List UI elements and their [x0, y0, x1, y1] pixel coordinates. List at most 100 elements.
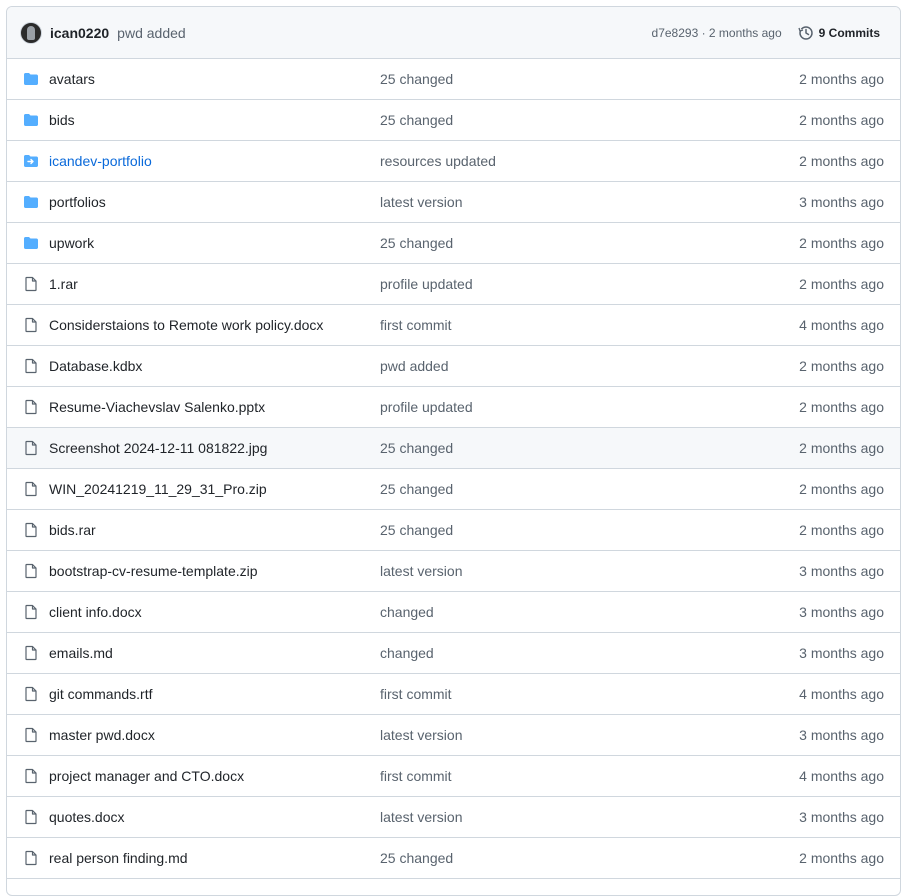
last-commit-message[interactable]: latest version	[380, 809, 799, 825]
file-icon	[23, 563, 39, 579]
last-commit-message[interactable]: 25 changed	[380, 481, 799, 497]
file-list: avatars 25 changed 2 months ago bids 25 chan…	[7, 59, 900, 879]
file-row[interactable]: WIN_20241219_11_29_31_Pro.zip 25 changed 2…	[7, 469, 900, 510]
last-commit-message[interactable]: 25 changed	[380, 112, 799, 128]
file-icon	[23, 768, 39, 784]
avatar[interactable]	[20, 21, 42, 44]
last-commit-message[interactable]: changed	[380, 604, 799, 620]
file-name-link[interactable]: Database.kdbx	[49, 358, 380, 374]
last-commit-date: 2 months ago	[799, 358, 884, 374]
file-name-link[interactable]: real person finding.md	[49, 850, 380, 866]
file-row[interactable]: real person finding.md 25 changed 2 months…	[7, 838, 900, 879]
last-commit-date: 2 months ago	[799, 71, 884, 87]
last-commit-date: 2 months ago	[799, 112, 884, 128]
file-name-link[interactable]: 1.rar	[49, 276, 380, 292]
last-commit-message[interactable]: profile updated	[380, 399, 799, 415]
file-name-link[interactable]: emails.md	[49, 645, 380, 661]
file-row[interactable]: bids.rar 25 changed 2 months ago	[7, 510, 900, 551]
file-name-link[interactable]: icandev-portfolio	[49, 153, 380, 169]
file-name-link[interactable]: upwork	[49, 235, 380, 251]
last-commit-date: 3 months ago	[799, 645, 884, 661]
commits-count: 9 Commits	[818, 25, 880, 40]
submodule-folder-icon	[23, 153, 39, 169]
last-commit-date: 2 months ago	[799, 481, 884, 497]
file-name-link[interactable]: git commands.rtf	[49, 686, 380, 702]
last-commit-message[interactable]: pwd added	[380, 358, 799, 374]
last-commit-message[interactable]: 25 changed	[380, 71, 799, 87]
folder-icon	[23, 112, 39, 128]
file-name-link[interactable]: WIN_20241219_11_29_31_Pro.zip	[49, 481, 380, 497]
file-name-link[interactable]: avatars	[49, 71, 380, 87]
last-commit-date: 3 months ago	[799, 809, 884, 825]
last-commit-date: 2 months ago	[799, 276, 884, 292]
last-commit-date: 2 months ago	[799, 850, 884, 866]
file-row[interactable]: portfolios latest version 3 months ago	[7, 182, 900, 223]
last-commit-message[interactable]: 25 changed	[380, 850, 799, 866]
file-name-link[interactable]: bids.rar	[49, 522, 380, 538]
last-commit-message[interactable]: 25 changed	[380, 440, 799, 456]
file-name-link[interactable]: portfolios	[49, 194, 380, 210]
file-row[interactable]: git commands.rtf first commit 4 months ago	[7, 674, 900, 715]
last-commit-message[interactable]: first commit	[380, 686, 799, 702]
file-icon	[23, 276, 39, 292]
file-row[interactable]: bids 25 changed 2 months ago	[7, 100, 900, 141]
last-commit-message[interactable]: changed	[380, 645, 799, 661]
last-commit-date: 3 months ago	[799, 727, 884, 743]
file-name-link[interactable]: project manager and CTO.docx	[49, 768, 380, 784]
last-commit-date: 2 months ago	[799, 153, 884, 169]
file-name-link[interactable]: bids	[49, 112, 380, 128]
file-row[interactable]: emails.md changed 3 months ago	[7, 633, 900, 674]
file-icon	[23, 809, 39, 825]
last-commit-date: 3 months ago	[799, 194, 884, 210]
file-icon	[23, 645, 39, 661]
commits-history-link[interactable]: 9 Commits	[798, 25, 880, 41]
last-commit-message[interactable]: latest version	[380, 563, 799, 579]
file-name-link[interactable]: client info.docx	[49, 604, 380, 620]
last-commit-message[interactable]: first commit	[380, 768, 799, 784]
file-icon	[23, 440, 39, 456]
file-row[interactable]: Considerstaions to Remote work policy.do…	[7, 305, 900, 346]
last-commit-date: 3 months ago	[799, 604, 884, 620]
file-name-link[interactable]: master pwd.docx	[49, 727, 380, 743]
file-row[interactable]: 1.rar profile updated 2 months ago	[7, 264, 900, 305]
file-row[interactable]: upwork 25 changed 2 months ago	[7, 223, 900, 264]
file-row[interactable]: icandev-portfolio resources updated 2 mont…	[7, 141, 900, 182]
file-row[interactable]: client info.docx changed 3 months ago	[7, 592, 900, 633]
last-commit-date: 4 months ago	[799, 768, 884, 784]
commit-meta[interactable]: d7e8293 · 2 months ago	[652, 26, 782, 40]
folder-icon	[23, 71, 39, 87]
file-icon	[23, 522, 39, 538]
file-icon	[23, 481, 39, 497]
file-name-link[interactable]: Screenshot 2024-12-11 081822.jpg	[49, 440, 380, 456]
file-row[interactable]: Screenshot 2024-12-11 081822.jpg 25 chang…	[7, 428, 900, 469]
last-commit-message[interactable]: latest version	[380, 727, 799, 743]
last-commit-date: 4 months ago	[799, 317, 884, 333]
file-row[interactable]: quotes.docx latest version 3 months ago	[7, 797, 900, 838]
file-icon	[23, 604, 39, 620]
file-icon	[23, 686, 39, 702]
file-name-link[interactable]: Considerstaions to Remote work policy.do…	[49, 317, 380, 333]
file-icon	[23, 399, 39, 415]
file-row[interactable]: project manager and CTO.docx first commit…	[7, 756, 900, 797]
file-row[interactable]: bootstrap-cv-resume-template.zip latest v…	[7, 551, 900, 592]
last-commit-message[interactable]: 25 changed	[380, 522, 799, 538]
last-commit-message[interactable]: profile updated	[380, 276, 799, 292]
latest-commit-bar: ican0220 pwd added d7e8293 · 2 months ag…	[7, 7, 900, 59]
folder-icon	[23, 194, 39, 210]
file-icon	[23, 727, 39, 743]
file-row[interactable]: Resume-Viachevslav Salenko.pptx profile u…	[7, 387, 900, 428]
file-name-link[interactable]: Resume-Viachevslav Salenko.pptx	[49, 399, 380, 415]
commit-message[interactable]: pwd added	[117, 25, 186, 41]
last-commit-message[interactable]: 25 changed	[380, 235, 799, 251]
file-name-link[interactable]: bootstrap-cv-resume-template.zip	[49, 563, 380, 579]
commit-author[interactable]: ican0220	[50, 25, 109, 41]
file-row[interactable]: Database.kdbx pwd added 2 months ago	[7, 346, 900, 387]
last-commit-date: 2 months ago	[799, 235, 884, 251]
last-commit-message[interactable]: resources updated	[380, 153, 799, 169]
file-row[interactable]: avatars 25 changed 2 months ago	[7, 59, 900, 100]
last-commit-message[interactable]: latest version	[380, 194, 799, 210]
file-row[interactable]: master pwd.docx latest version 3 months ag…	[7, 715, 900, 756]
last-commit-date: 4 months ago	[799, 686, 884, 702]
file-name-link[interactable]: quotes.docx	[49, 809, 380, 825]
last-commit-message[interactable]: first commit	[380, 317, 799, 333]
